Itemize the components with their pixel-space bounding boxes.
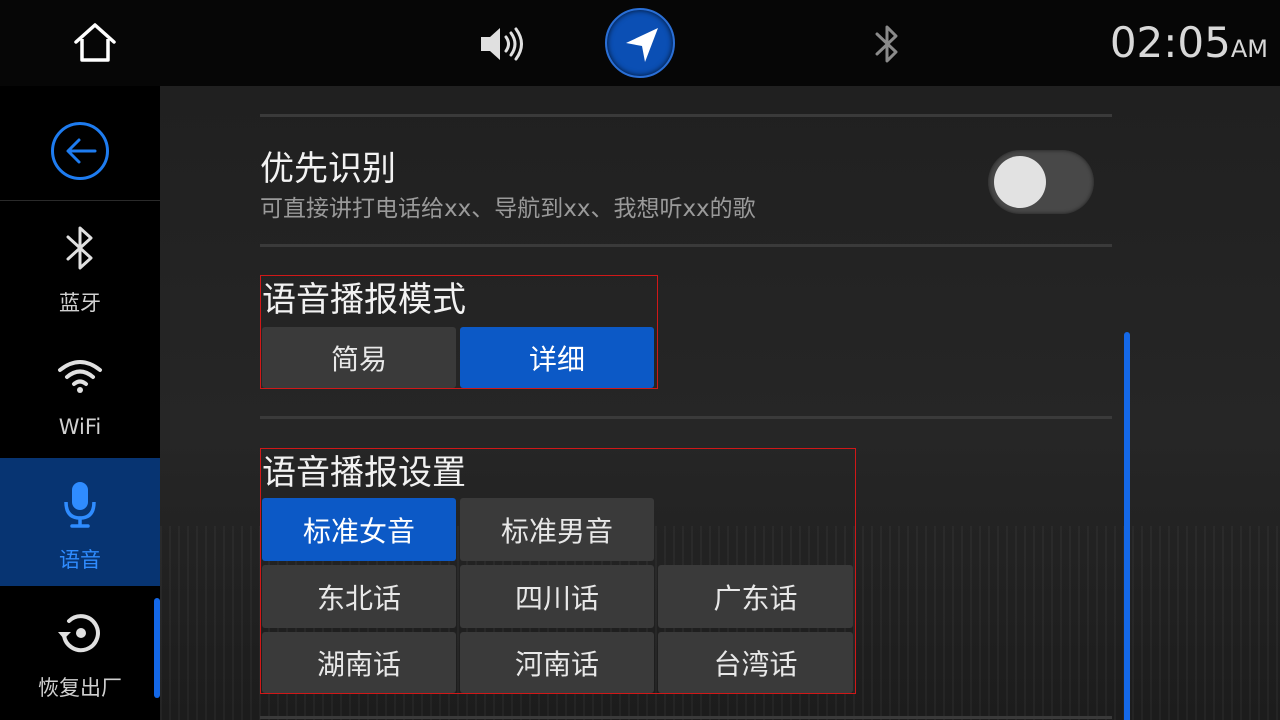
- wifi-icon: [0, 351, 160, 401]
- sidebar-item-label: 蓝牙: [59, 291, 101, 315]
- bluetooth-icon: [0, 223, 160, 273]
- status-bar: 02:05AM: [0, 0, 1280, 86]
- clock: 02:05AM: [1110, 18, 1268, 68]
- divider: [260, 716, 1112, 719]
- factory-reset-icon: [0, 608, 160, 658]
- settings-panel: 优先识别 可直接讲打电话给xx、导航到xx、我想听xx的歌 语音播报模式 简易 …: [160, 86, 1280, 720]
- broadcast-voice-title: 语音播报设置: [262, 453, 466, 493]
- navigation-arrow-icon: [626, 28, 658, 62]
- sidebar-item-label: 语音: [59, 548, 101, 572]
- priority-recognition-subtitle: 可直接讲打电话给xx、导航到xx、我想听xx的歌: [260, 196, 756, 222]
- back-button[interactable]: [0, 86, 160, 201]
- toggle-knob: [994, 156, 1046, 208]
- navigation-button[interactable]: [605, 8, 675, 78]
- priority-recognition-title: 优先识别: [260, 149, 396, 189]
- sidebar-item-label: WiFi: [58, 415, 102, 439]
- sidebar-item-voice[interactable]: 语音: [0, 458, 160, 586]
- broadcast-mode-title: 语音播报模式: [262, 280, 466, 320]
- voice-henan-dialect-button[interactable]: 河南话: [460, 632, 654, 693]
- voice-standard-male-button[interactable]: 标准男音: [460, 498, 654, 561]
- voice-hunan-dialect-button[interactable]: 湖南话: [262, 632, 456, 693]
- voice-northeast-dialect-button[interactable]: 东北话: [262, 565, 456, 628]
- broadcast-mode-detailed-button[interactable]: 详细: [460, 327, 654, 388]
- bluetooth-icon: [872, 22, 902, 66]
- clock-time: 02:05: [1109, 18, 1231, 67]
- broadcast-voice-group: 语音播报设置 标准女音 标准男音 东北话 四川话 广东话 湖南话 河南话 台湾话: [260, 448, 856, 694]
- back-arrow-icon: [51, 122, 109, 180]
- priority-recognition-toggle[interactable]: [988, 150, 1094, 214]
- volume-icon[interactable]: [478, 24, 528, 64]
- sidebar-item-factory-reset[interactable]: 恢复出厂: [0, 586, 160, 714]
- sidebar-item-label: 恢复出厂: [38, 676, 122, 700]
- divider: [260, 416, 1112, 419]
- settings-scrollbar[interactable]: [1124, 332, 1130, 720]
- microphone-icon: [0, 480, 160, 530]
- voice-sichuan-dialect-button[interactable]: 四川话: [460, 565, 654, 628]
- sidebar: 蓝牙 WiFi 语音 恢复出厂: [0, 86, 160, 720]
- voice-taiwanese-button[interactable]: 台湾话: [658, 632, 853, 693]
- divider: [260, 244, 1112, 247]
- voice-cantonese-button[interactable]: 广东话: [658, 565, 853, 628]
- voice-standard-female-button[interactable]: 标准女音: [262, 498, 456, 561]
- sidebar-item-wifi[interactable]: WiFi: [0, 329, 160, 457]
- sidebar-item-bluetooth[interactable]: 蓝牙: [0, 201, 160, 329]
- divider: [260, 114, 1112, 117]
- broadcast-mode-simple-button[interactable]: 简易: [262, 327, 456, 388]
- clock-ampm: AM: [1230, 35, 1268, 63]
- broadcast-mode-group: 语音播报模式 简易 详细: [260, 275, 658, 389]
- home-icon[interactable]: [70, 20, 120, 66]
